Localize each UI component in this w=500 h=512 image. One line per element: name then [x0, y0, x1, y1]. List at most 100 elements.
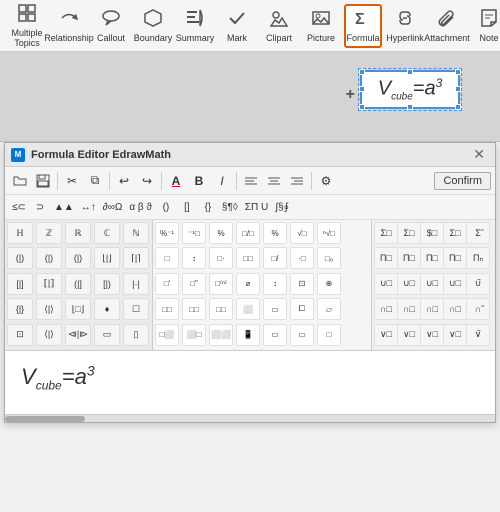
sg2-c6[interactable]: ⊡ [290, 273, 314, 295]
sg-d4[interactable]: ▭ [94, 324, 120, 346]
toolbar-hyperlink[interactable]: Hyperlink [386, 4, 424, 48]
resize-handle-br[interactable] [455, 104, 461, 110]
toolbar-multiple-topics[interactable]: MultipleTopics [8, 4, 46, 48]
copy-btn[interactable]: ⧉ [84, 170, 106, 192]
sg-p2[interactable]: (|) [36, 247, 62, 269]
toolbar-mark[interactable]: Mark [218, 4, 256, 48]
sg2-c5[interactable]: ↕ [263, 273, 287, 295]
sg-p5[interactable]: ⌈|⌉ [123, 247, 149, 269]
sg-c1[interactable]: {|} [7, 298, 33, 320]
toolbar-note[interactable]: Note [470, 4, 500, 48]
sg-b5[interactable]: |·| [123, 273, 149, 295]
resize-handle-ml[interactable] [359, 86, 365, 92]
rs-e3[interactable]: ∨□ [420, 324, 444, 346]
sym-paren[interactable]: () [156, 197, 176, 217]
sg-d2[interactable]: ⟨|⟩ [36, 324, 62, 346]
sg2-a2[interactable]: ⁻¹□ [182, 222, 206, 244]
sym-bracket[interactable]: [] [177, 197, 197, 217]
sg-b1[interactable]: [|] [7, 273, 33, 295]
sg2-a5[interactable]: % [263, 222, 287, 244]
align-right-btn[interactable] [286, 170, 308, 192]
sym-alpha[interactable]: α β ϑ [126, 197, 155, 217]
rs-e2[interactable]: ∨□ [397, 324, 421, 346]
sym-curly[interactable]: {} [198, 197, 218, 217]
sg2-b6[interactable]: ·□ [290, 247, 314, 269]
sg-c3[interactable]: ⌊□⌋ [65, 298, 91, 320]
sg2-e6[interactable]: ▭ [290, 324, 314, 346]
toolbar-clipart[interactable]: Clipart [260, 4, 298, 48]
sg2-c7[interactable]: ⊕ [317, 273, 341, 295]
sym-inf[interactable]: ∂∞Ω [100, 197, 126, 217]
resize-handle-mr[interactable] [455, 86, 461, 92]
sg2-d7[interactable]: ▱ [317, 298, 341, 320]
sg-d3[interactable]: ⧏|⧐ [65, 324, 91, 346]
formula-input-area[interactable]: Vcube=a3 [5, 350, 495, 414]
rs-a3[interactable]: $□ [420, 222, 444, 244]
sg2-c4[interactable]: ⌀ [236, 273, 260, 295]
toolbar-formula[interactable]: Σ Formula [344, 4, 382, 48]
open-btn[interactable] [9, 170, 31, 192]
sym-geq[interactable]: ⊃ [30, 197, 50, 217]
rs-a2[interactable]: Σ□ [397, 222, 421, 244]
scrollbar-thumb[interactable] [5, 416, 85, 422]
sg2-e5[interactable]: ▭ [263, 324, 287, 346]
sg-p3[interactable]: (|) [65, 247, 91, 269]
sg2-b7[interactable]: □₀ [317, 247, 341, 269]
resize-handle-tr[interactable] [455, 69, 461, 75]
sg2-a4[interactable]: □/□ [236, 222, 260, 244]
sym-box[interactable]: ▲▲ [51, 197, 77, 217]
sg-H[interactable]: ℍ [7, 222, 33, 244]
sym-leq[interactable]: ≤⊂ [9, 197, 29, 217]
sg2-a3[interactable]: % [209, 222, 233, 244]
toolbar-relationship[interactable]: Relationship [50, 4, 88, 48]
sg2-b2[interactable]: ↕ [182, 247, 206, 269]
confirm-btn[interactable]: Confirm [434, 172, 491, 190]
settings-btn[interactable]: ⚙ [315, 170, 337, 192]
toolbar-attachment[interactable]: Attachment [428, 4, 466, 48]
sg2-c1[interactable]: □' [155, 273, 179, 295]
rs-c2[interactable]: ∪□ [397, 273, 421, 295]
sg-N[interactable]: ℕ [123, 222, 149, 244]
rs-b4[interactable]: Π□ [443, 247, 467, 269]
sg2-e7[interactable]: □ [317, 324, 341, 346]
sg-b3[interactable]: (|] [65, 273, 91, 295]
rs-a5[interactable]: Σ̃ [466, 222, 490, 244]
sg-b2[interactable]: ⟦|⟧ [36, 273, 62, 295]
save-btn[interactable] [32, 170, 54, 192]
sg2-c2[interactable]: □'' [182, 273, 206, 295]
rs-d1[interactable]: ∩□ [374, 298, 398, 320]
rs-a4[interactable]: Σ□ [443, 222, 467, 244]
sg2-c3[interactable]: □⁽ⁿ⁾ [209, 273, 233, 295]
sg-Z[interactable]: ℤ [36, 222, 62, 244]
canvas-formula-box[interactable]: Vcube=a3 [360, 70, 460, 109]
sym-arrow[interactable]: ↔↑ [78, 197, 99, 217]
sg2-d3[interactable]: □□ [209, 298, 233, 320]
resize-handle-bm[interactable] [407, 104, 413, 110]
sg2-d5[interactable]: ▭ [263, 298, 287, 320]
rs-d2[interactable]: ∩□ [397, 298, 421, 320]
sg2-d2[interactable]: □□ [182, 298, 206, 320]
sg2-d6[interactable]: ⧠ [290, 298, 314, 320]
rs-c3[interactable]: ∪□ [420, 273, 444, 295]
text-color-btn[interactable]: A [165, 170, 187, 192]
toolbar-picture[interactable]: Picture [302, 4, 340, 48]
rs-d4[interactable]: ∩□ [443, 298, 467, 320]
redo-btn[interactable]: ↪ [136, 170, 158, 192]
sg-R[interactable]: ℝ [65, 222, 91, 244]
italic-btn[interactable]: I [211, 170, 233, 192]
rs-b1[interactable]: Π□ [374, 247, 398, 269]
toolbar-boundary[interactable]: Boundary [134, 4, 172, 48]
sg-C[interactable]: ℂ [94, 222, 120, 244]
editor-scrollbar[interactable] [5, 414, 495, 422]
rs-c4[interactable]: ∪□ [443, 273, 467, 295]
rs-a1[interactable]: Σ□ [374, 222, 398, 244]
rs-e4[interactable]: ∨□ [443, 324, 467, 346]
sg2-e2[interactable]: ⬜□ [182, 324, 206, 346]
align-left-btn[interactable] [240, 170, 262, 192]
sg-c5[interactable]: ☐ [123, 298, 149, 320]
align-center-btn[interactable] [263, 170, 285, 192]
rs-e1[interactable]: ∨□ [374, 324, 398, 346]
sg2-b5[interactable]: □/ [263, 247, 287, 269]
rs-b5[interactable]: Πₙ [466, 247, 490, 269]
sg2-d4[interactable]: ⬜ [236, 298, 260, 320]
